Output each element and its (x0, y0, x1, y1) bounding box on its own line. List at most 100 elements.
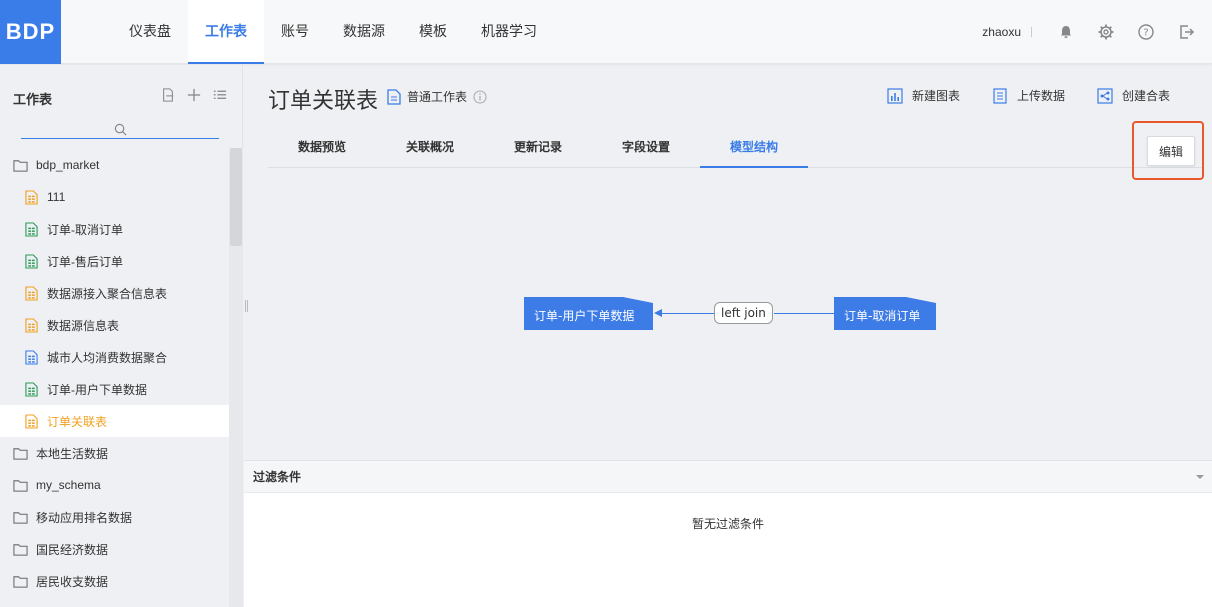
worksheet-sidebar: 工作表 bdp_market 111 订单-取消订单 订单-售后订单数据源接入聚合信息… (0, 65, 243, 607)
tree-item-label: 数据源接入聚合信息表 (47, 286, 168, 301)
tab-join-overview[interactable]: 关联概况 (376, 133, 484, 168)
nav-worksheet[interactable]: 工作表 (188, 0, 264, 64)
tree-item-label: my_schema (36, 478, 101, 492)
upload-data-label: 上传数据 (1016, 89, 1065, 103)
sheet-file-icon (23, 413, 39, 429)
create-join-button[interactable]: 创建合表 (1097, 87, 1170, 104)
tree-folder[interactable]: my_schema (0, 469, 229, 501)
chart-icon (887, 87, 903, 104)
tree-folder[interactable]: 居民收支数据 (0, 565, 229, 597)
divider (1031, 27, 1032, 37)
bell-icon[interactable] (1046, 0, 1086, 64)
tree-folder[interactable]: 本地生活数据 (0, 437, 229, 469)
folder-icon (12, 445, 28, 461)
edit-button[interactable]: 编辑 (1147, 136, 1195, 166)
tab-field-settings[interactable]: 字段设置 (592, 133, 700, 168)
scrollbar-thumb[interactable] (230, 148, 242, 246)
folder-icon (12, 477, 28, 493)
diagram-node-left[interactable]: 订单-用户下单数据 (524, 297, 653, 330)
nav-datasource[interactable]: 数据源 (326, 0, 402, 64)
sidebar-title: 工作表 (13, 93, 53, 108)
user-area: zhaoxu ? (982, 0, 1212, 64)
tab-model-structure[interactable]: 模型结构 (700, 133, 808, 168)
tree-file[interactable]: 订单关联表 (0, 405, 229, 437)
tree-file[interactable]: 订单-取消订单 (0, 213, 229, 245)
sheet-type: 普通工作表 (387, 88, 487, 105)
tree-item-label: 订单-用户下单数据 (47, 382, 147, 397)
tree-file[interactable]: 订单-售后订单 (0, 245, 229, 277)
tree-item-label: 订单-取消订单 (47, 222, 123, 237)
sheet-type-label: 普通工作表 (407, 90, 468, 104)
help-icon[interactable]: ? (1126, 0, 1166, 64)
worksheet-tabs: 数据预览 关联概况 更新记录 字段设置 模型结构 (268, 133, 1203, 168)
sheet-file-icon (23, 317, 39, 333)
svg-text:?: ? (1143, 28, 1148, 39)
sheet-icon (387, 88, 401, 105)
sheet-file-icon (23, 253, 39, 269)
tree-item-label: 居民收支数据 (36, 574, 109, 589)
main-nav: 仪表盘 工作表 账号 数据源 模板 机器学习 (112, 0, 554, 64)
gear-icon[interactable] (1086, 0, 1126, 64)
logout-icon[interactable] (1166, 0, 1206, 64)
upload-data-button[interactable]: 上传数据 (992, 87, 1065, 104)
filter-header[interactable]: 过滤条件 (244, 461, 1212, 493)
filter-panel: 过滤条件 暂无过滤条件 (244, 460, 1212, 607)
tree-folder[interactable]: bdp_market (0, 149, 229, 181)
page-title: 订单关联表 (268, 89, 379, 114)
tab-update-log[interactable]: 更新记录 (484, 133, 592, 168)
tree-file[interactable]: 111 (0, 181, 229, 213)
main-panel: 订单关联表 普通工作表 新建图表 上传数据 创建合表 数据预览 关联概况 更新记… (244, 65, 1212, 607)
arrow-head-icon (654, 309, 662, 317)
list-icon[interactable] (212, 87, 228, 103)
model-diagram: 订单-用户下单数据 left join 订单-取消订单 (244, 169, 1212, 459)
sidebar-scrollbar[interactable] (229, 148, 243, 607)
tree-file[interactable]: 数据源信息表 (0, 309, 229, 341)
tree-item-label: 城市人均消费数据聚合 (47, 350, 168, 365)
info-icon[interactable] (473, 90, 487, 104)
tree-folder[interactable]: 移动应用排名数据 (0, 501, 229, 533)
tab-data-preview[interactable]: 数据预览 (268, 133, 376, 168)
sidebar-tools (160, 87, 228, 103)
sidebar-search-input[interactable] (21, 121, 219, 139)
tree-item-label: 111 (47, 190, 66, 204)
sheet-file-icon (23, 381, 39, 397)
tree-folder[interactable]: 国民经济数据 (0, 533, 229, 565)
diagram-node-right[interactable]: 订单-取消订单 (834, 297, 936, 330)
sheet-file-icon (23, 349, 39, 365)
tree-item-label: 订单关联表 (47, 414, 108, 429)
tree-file[interactable]: 城市人均消费数据聚合 (0, 341, 229, 373)
tree-file[interactable]: 订单-用户下单数据 (0, 373, 229, 405)
tree-item-label: 数据源信息表 (47, 318, 120, 333)
new-chart-label: 新建图表 (911, 89, 960, 103)
tree-item-label: 本地生活数据 (36, 446, 109, 461)
sheet-file-icon (23, 189, 39, 205)
sheet-file-icon (23, 285, 39, 301)
new-chart-button[interactable]: 新建图表 (887, 87, 960, 104)
nav-template[interactable]: 模板 (402, 0, 464, 64)
tree-file[interactable]: 数据源接入聚合信息表 (0, 277, 229, 309)
search-icon (114, 121, 127, 138)
top-nav-bar: BDP 仪表盘 工作表 账号 数据源 模板 机器学习 zhaoxu ? (0, 0, 1212, 64)
tree-item-label: 国民经济数据 (36, 542, 109, 557)
add-icon[interactable] (186, 87, 202, 103)
tree-item-label: 订单-售后订单 (47, 254, 123, 269)
join-type-label[interactable]: left join (714, 302, 773, 324)
folder-icon (12, 157, 28, 173)
nav-account[interactable]: 账号 (264, 0, 326, 64)
import-icon[interactable] (160, 87, 176, 103)
bdp-logo[interactable]: BDP (0, 0, 61, 64)
join-edge-left (661, 313, 714, 314)
folder-icon (12, 509, 28, 525)
filter-title: 过滤条件 (253, 470, 302, 484)
header-actions: 新建图表 上传数据 创建合表 (887, 87, 1170, 104)
tree-item-label: 移动应用排名数据 (36, 510, 133, 525)
tree-item-label: bdp_market (36, 158, 100, 172)
username[interactable]: zhaoxu (982, 25, 1021, 39)
caret-down-icon[interactable] (1196, 475, 1204, 479)
sheet-file-icon (23, 221, 39, 237)
upload-icon (993, 87, 1007, 104)
nav-dashboard[interactable]: 仪表盘 (112, 0, 188, 64)
folder-icon (12, 541, 28, 557)
folder-icon (12, 573, 28, 589)
nav-machine-learning[interactable]: 机器学习 (464, 0, 554, 64)
